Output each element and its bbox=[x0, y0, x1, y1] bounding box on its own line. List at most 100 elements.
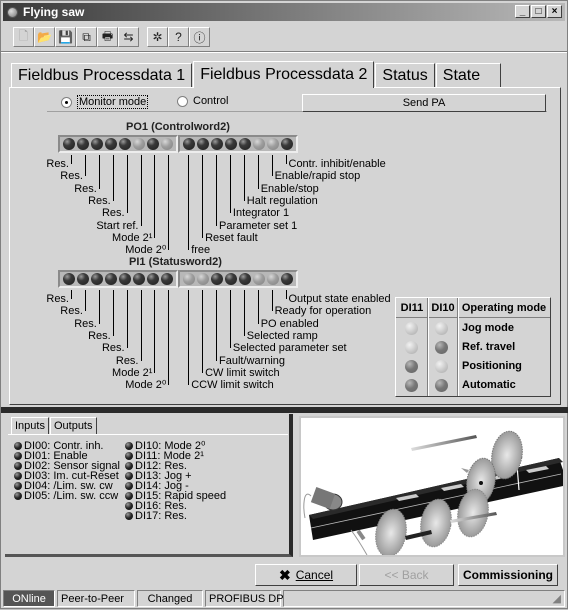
pi1-bit-led-0[interactable] bbox=[281, 273, 293, 285]
pi1-title: PI1 (Statusword2) bbox=[129, 256, 222, 268]
inputs-list-1: DI00: Contr. inh. DI01: Enable DI02: Senso… bbox=[14, 441, 120, 502]
po1-bit-led-1[interactable] bbox=[267, 138, 279, 150]
pi1-bit-led-4[interactable] bbox=[225, 273, 237, 285]
po1-bit-led-6[interactable] bbox=[197, 138, 209, 150]
io-panel: Inputs Outputs DI00: Contr. inh. DI01: En… bbox=[5, 414, 293, 557]
di10-led bbox=[435, 360, 448, 373]
input-state-led bbox=[14, 492, 22, 500]
inputs-panel: DI00: Contr. inh. DI01: Enable DI02: Senso… bbox=[8, 434, 288, 552]
debug-bug-button[interactable]: ✲ bbox=[147, 27, 168, 47]
operating-mode-row: Jog mode bbox=[396, 319, 550, 338]
application-window: Flying saw _ □ × 🗋 📂 💾 ⧉ 🖶 ⇆ ✲? ⓘ Fieldbus Proc… bbox=[0, 0, 568, 609]
po1-bit-led-11[interactable] bbox=[119, 138, 131, 150]
transfer-icon: ⇆ bbox=[123, 30, 134, 44]
title-bar[interactable]: Flying saw _ □ × bbox=[3, 3, 565, 21]
tab-status[interactable]: Status bbox=[375, 63, 435, 87]
new-document-icon: 🗋 bbox=[18, 28, 29, 43]
print-button[interactable]: 🖶 bbox=[97, 27, 118, 47]
send-pa-button[interactable]: Send PA bbox=[302, 94, 546, 112]
pi1-bit-led-6[interactable] bbox=[197, 273, 209, 285]
pi1-bit-led-9[interactable] bbox=[147, 273, 159, 285]
pi1-bit-led-1[interactable] bbox=[267, 273, 279, 285]
transfer-button[interactable]: ⇆ bbox=[118, 27, 139, 47]
resize-grip-icon[interactable]: ◢ bbox=[553, 592, 561, 605]
minimize-button[interactable]: _ bbox=[515, 5, 530, 18]
machine-illustration bbox=[299, 416, 565, 557]
tab-fieldbus-processdata-2[interactable]: Fieldbus Processdata 2 bbox=[193, 61, 375, 88]
info-button[interactable]: ⓘ bbox=[189, 27, 210, 47]
back-button[interactable]: << Back bbox=[359, 564, 454, 586]
pi1-bit-led-10[interactable] bbox=[133, 273, 145, 285]
pi1-bit-led-3[interactable] bbox=[239, 273, 251, 285]
header-operating-mode: Operating mode bbox=[458, 298, 550, 318]
pi1-bit-led-15[interactable] bbox=[63, 273, 75, 285]
pi1-high-byte bbox=[58, 270, 178, 288]
pi1-bit-led-14[interactable] bbox=[77, 273, 89, 285]
inputs-list-2: DI10: Mode 2⁰ DI11: Mode 2¹ DI12: Res. DI13… bbox=[125, 441, 226, 522]
input-item: DI17: Res. bbox=[125, 510, 226, 522]
open-folder-icon: 📂 bbox=[37, 30, 52, 44]
po1-bit-led-13[interactable] bbox=[91, 138, 103, 150]
di11-led bbox=[405, 379, 418, 392]
mode-bar: Monitor mode Control Send PA bbox=[47, 92, 547, 112]
toolbar: 🗋 📂 💾 ⧉ 🖶 ⇆ ✲? ⓘ bbox=[13, 27, 218, 47]
status-bar: ONline Peer-to-Peer Changed PROFIBUS DP … bbox=[3, 590, 567, 607]
pi1-bit-led-13[interactable] bbox=[91, 273, 103, 285]
control-radio[interactable]: Control bbox=[177, 95, 228, 107]
pane-splitter[interactable] bbox=[1, 407, 568, 413]
help-button[interactable]: ? bbox=[168, 27, 189, 47]
monitor-mode-radio[interactable]: Monitor mode bbox=[61, 95, 149, 109]
po1-bit-led-10[interactable] bbox=[133, 138, 145, 150]
app-icon bbox=[7, 6, 18, 18]
po1-bit-led-3[interactable] bbox=[239, 138, 251, 150]
operating-mode-row: Positioning bbox=[396, 357, 550, 376]
tab-inputs[interactable]: Inputs bbox=[11, 417, 49, 435]
po1-bit-led-5[interactable] bbox=[211, 138, 223, 150]
pi1-bit-led-5[interactable] bbox=[211, 273, 223, 285]
po1-bit-led-15[interactable] bbox=[63, 138, 75, 150]
save-as-icon: ⧉ bbox=[82, 29, 91, 44]
input-state-led bbox=[14, 472, 22, 480]
po1-bit-led-0[interactable] bbox=[281, 138, 293, 150]
tab-outputs[interactable]: Outputs bbox=[49, 417, 97, 435]
header-di11: DI11 bbox=[396, 298, 428, 318]
save-as-button[interactable]: ⧉ bbox=[76, 27, 97, 47]
pi1-bit-led-8[interactable] bbox=[161, 273, 173, 285]
operating-mode-name: Ref. travel bbox=[462, 341, 516, 353]
pi1-led-bar bbox=[58, 270, 298, 288]
pi1-bit-led-12[interactable] bbox=[105, 273, 117, 285]
changed-status: Changed bbox=[137, 590, 203, 607]
new-document-button[interactable]: 🗋 bbox=[13, 27, 34, 47]
tab-fieldbus-processdata-1[interactable]: Fieldbus Processdata 1 bbox=[11, 63, 193, 87]
info-icon: ⓘ bbox=[193, 30, 206, 45]
po1-low-byte bbox=[178, 135, 298, 153]
po1-bit-led-7[interactable] bbox=[183, 138, 195, 150]
input-state-led bbox=[125, 452, 133, 460]
open-folder-button[interactable]: 📂 bbox=[34, 27, 55, 47]
pi1-bit-led-7[interactable] bbox=[183, 273, 195, 285]
online-status: ONline bbox=[3, 590, 55, 607]
pi1-bit-led-2[interactable] bbox=[253, 273, 265, 285]
maximize-button[interactable]: □ bbox=[531, 5, 546, 18]
operating-mode-name: Jog mode bbox=[462, 322, 514, 334]
po1-bit-led-4[interactable] bbox=[225, 138, 237, 150]
input-state-led bbox=[125, 462, 133, 470]
pi1-low-byte bbox=[178, 270, 298, 288]
pi1-bit-led-11[interactable] bbox=[119, 273, 131, 285]
close-button[interactable]: × bbox=[547, 5, 562, 18]
po1-bit-led-2[interactable] bbox=[253, 138, 265, 150]
input-state-led bbox=[125, 442, 133, 450]
po1-bit-led-9[interactable] bbox=[147, 138, 159, 150]
po1-bit-led-12[interactable] bbox=[105, 138, 117, 150]
input-state-led bbox=[14, 442, 22, 450]
po1-bit-led-14[interactable] bbox=[77, 138, 89, 150]
input-label: DI17: Res. bbox=[135, 510, 187, 522]
commissioning-button[interactable]: Commissioning bbox=[458, 564, 558, 586]
cancel-button[interactable]: ✖ Cancel bbox=[255, 564, 357, 586]
po1-high-byte bbox=[58, 135, 178, 153]
po1-bit-led-8[interactable] bbox=[161, 138, 173, 150]
save-button[interactable]: 💾 bbox=[55, 27, 76, 47]
input-state-led bbox=[125, 512, 133, 520]
cancel-label: Cancel bbox=[295, 568, 334, 582]
tab-state[interactable]: State bbox=[435, 63, 502, 87]
